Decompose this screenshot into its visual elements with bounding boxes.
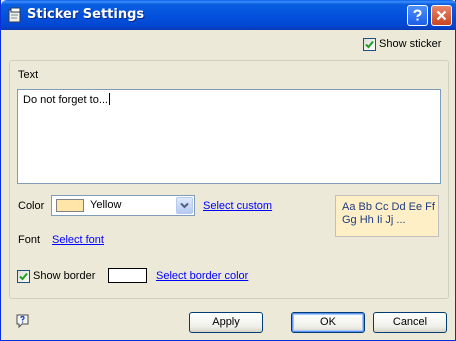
- font-label: Font: [18, 234, 41, 246]
- checkmark-icon: [19, 272, 28, 281]
- border-color-swatch: [108, 268, 147, 283]
- apply-button[interactable]: Apply: [189, 312, 263, 333]
- show-sticker-checkbox[interactable]: [363, 38, 376, 51]
- font-preview: Aa Bb Cc Dd Ee Ff Gg Hh Ii Jj ...: [335, 195, 439, 237]
- sticker-text-input[interactable]: Do not forget to...: [17, 89, 441, 184]
- color-selected-value: Yellow: [90, 199, 122, 211]
- sticker-app-icon: [7, 7, 23, 23]
- text-label: Text: [18, 69, 39, 81]
- color-swatch: [56, 199, 84, 212]
- window-title: Sticker Settings: [27, 7, 145, 22]
- sticker-text-value: Do not forget to...: [23, 94, 108, 106]
- cancel-button[interactable]: Cancel: [373, 312, 447, 333]
- close-button[interactable]: [431, 5, 452, 26]
- color-dropdown-button[interactable]: [176, 197, 193, 214]
- title-bar[interactable]: Sticker Settings: [1, 0, 456, 30]
- preview-line-2: Gg Hh Ii Jj ...: [342, 214, 406, 226]
- question-mark-icon: [413, 9, 422, 21]
- select-border-color-link[interactable]: Select border color: [156, 270, 248, 282]
- color-select[interactable]: Yellow: [51, 195, 195, 216]
- checkmark-icon: [365, 40, 374, 49]
- chevron-down-icon: [180, 202, 189, 209]
- help-tip-icon[interactable]: [15, 313, 31, 329]
- color-label: Color: [18, 200, 45, 212]
- ok-button[interactable]: OK: [291, 312, 365, 333]
- preview-line-1: Aa Bb Cc Dd Ee Ff: [342, 201, 435, 213]
- text-caret: [109, 93, 110, 105]
- show-sticker-label[interactable]: Show sticker: [379, 38, 441, 50]
- show-border-label[interactable]: Show border: [33, 270, 95, 282]
- sticker-settings-dialog: Sticker Settings Show sticker Text Do no…: [0, 0, 456, 341]
- help-button[interactable]: [407, 5, 428, 26]
- show-border-checkbox[interactable]: [17, 270, 30, 283]
- select-font-link[interactable]: Select font: [52, 234, 104, 246]
- close-icon: [436, 10, 447, 21]
- select-custom-link[interactable]: Select custom: [203, 200, 272, 212]
